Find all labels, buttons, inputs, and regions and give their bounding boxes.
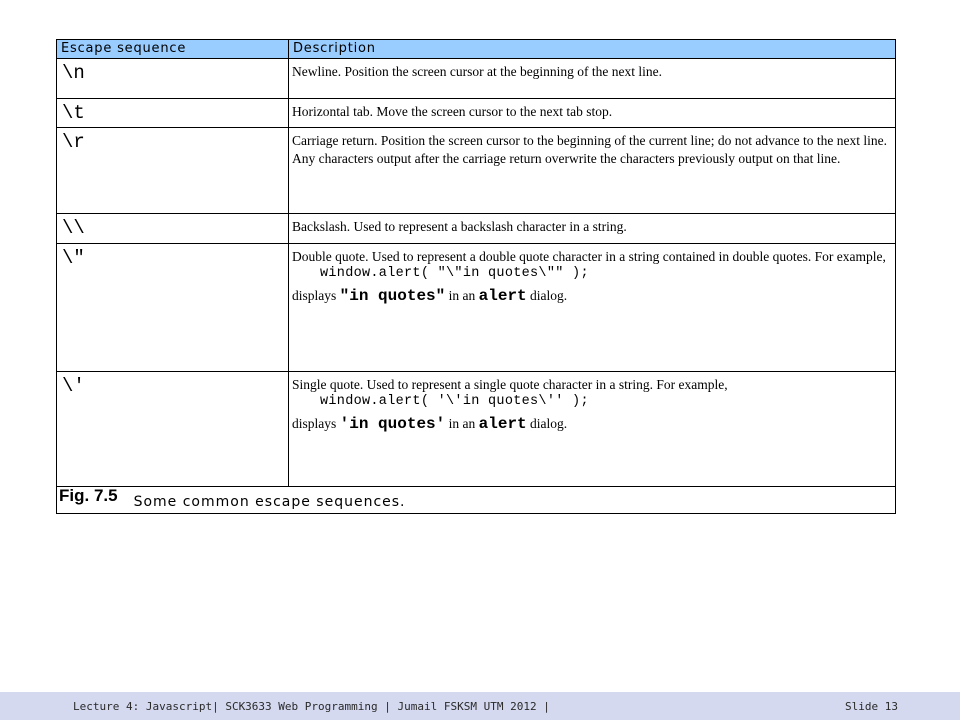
escape-sequence-cell: \\: [56, 213, 289, 244]
table-row: \' Single quote. Used to represent a sin…: [56, 371, 896, 487]
description-cell: Horizontal tab. Move the screen cursor t…: [288, 98, 896, 128]
display-mid: in an: [448, 416, 476, 431]
figure-caption-row: Fig. 7.5 Some common escape sequences.: [56, 486, 896, 514]
header-description: Description: [288, 39, 896, 59]
table-row: \n Newline. Position the screen cursor a…: [56, 58, 896, 99]
escape-sequence-table: Escape sequence Description \n Newline. …: [56, 39, 896, 514]
table-row: \" Double quote. Used to represent a dou…: [56, 243, 896, 372]
description-cell: Carriage return. Position the screen cur…: [288, 127, 896, 214]
escape-sequence-cell: \t: [56, 98, 289, 128]
slide-number: Slide 13: [845, 700, 898, 713]
escape-sequence-cell: \": [56, 243, 289, 372]
display-prefix: displays: [292, 288, 337, 303]
escape-sequence-cell: \': [56, 371, 289, 487]
table-row: \t Horizontal tab. Move the screen curso…: [56, 98, 896, 128]
display-value: 'in quotes': [339, 415, 446, 433]
display-mid: in an: [448, 288, 476, 303]
display-alert: alert: [478, 287, 527, 305]
description-cell: Backslash. Used to represent a backslash…: [288, 213, 896, 244]
description-cell: Double quote. Used to represent a double…: [288, 243, 896, 372]
figure-caption-text: Some common escape sequences.: [133, 494, 406, 510]
table-row: \\ Backslash. Used to represent a backsl…: [56, 213, 896, 244]
display-value: "in quotes": [339, 287, 446, 305]
escape-sequence-cell: \r: [56, 127, 289, 214]
footer-lecture-info: Lecture 4: Javascript| SCK3633 Web Progr…: [73, 700, 550, 713]
display-example: displays 'in quotes' in an alert dialog.: [292, 415, 889, 433]
display-prefix: displays: [292, 416, 337, 431]
header-escape-sequence: Escape sequence: [56, 39, 289, 59]
display-alert: alert: [478, 415, 527, 433]
description-text: Double quote. Used to represent a double…: [292, 249, 886, 264]
description-text: Single quote. Used to represent a single…: [292, 377, 728, 392]
description-cell: Single quote. Used to represent a single…: [288, 371, 896, 487]
figure-caption: Fig. 7.5 Some common escape sequences.: [56, 486, 896, 514]
table-header-row: Escape sequence Description: [56, 39, 896, 59]
escape-sequence-cell: \n: [56, 58, 289, 99]
slide-footer: Lecture 4: Javascript| SCK3633 Web Progr…: [0, 692, 960, 720]
description-cell: Newline. Position the screen cursor at t…: [288, 58, 896, 99]
display-suffix: dialog.: [530, 416, 568, 431]
display-example: displays "in quotes" in an alert dialog.: [292, 287, 889, 305]
table-row: \r Carriage return. Position the screen …: [56, 127, 896, 214]
display-suffix: dialog.: [530, 288, 568, 303]
code-example: window.alert( "\"in quotes\"" );: [320, 266, 589, 281]
figure-number: Fig. 7.5: [59, 486, 118, 505]
code-example: window.alert( '\'in quotes\'' );: [320, 394, 589, 409]
